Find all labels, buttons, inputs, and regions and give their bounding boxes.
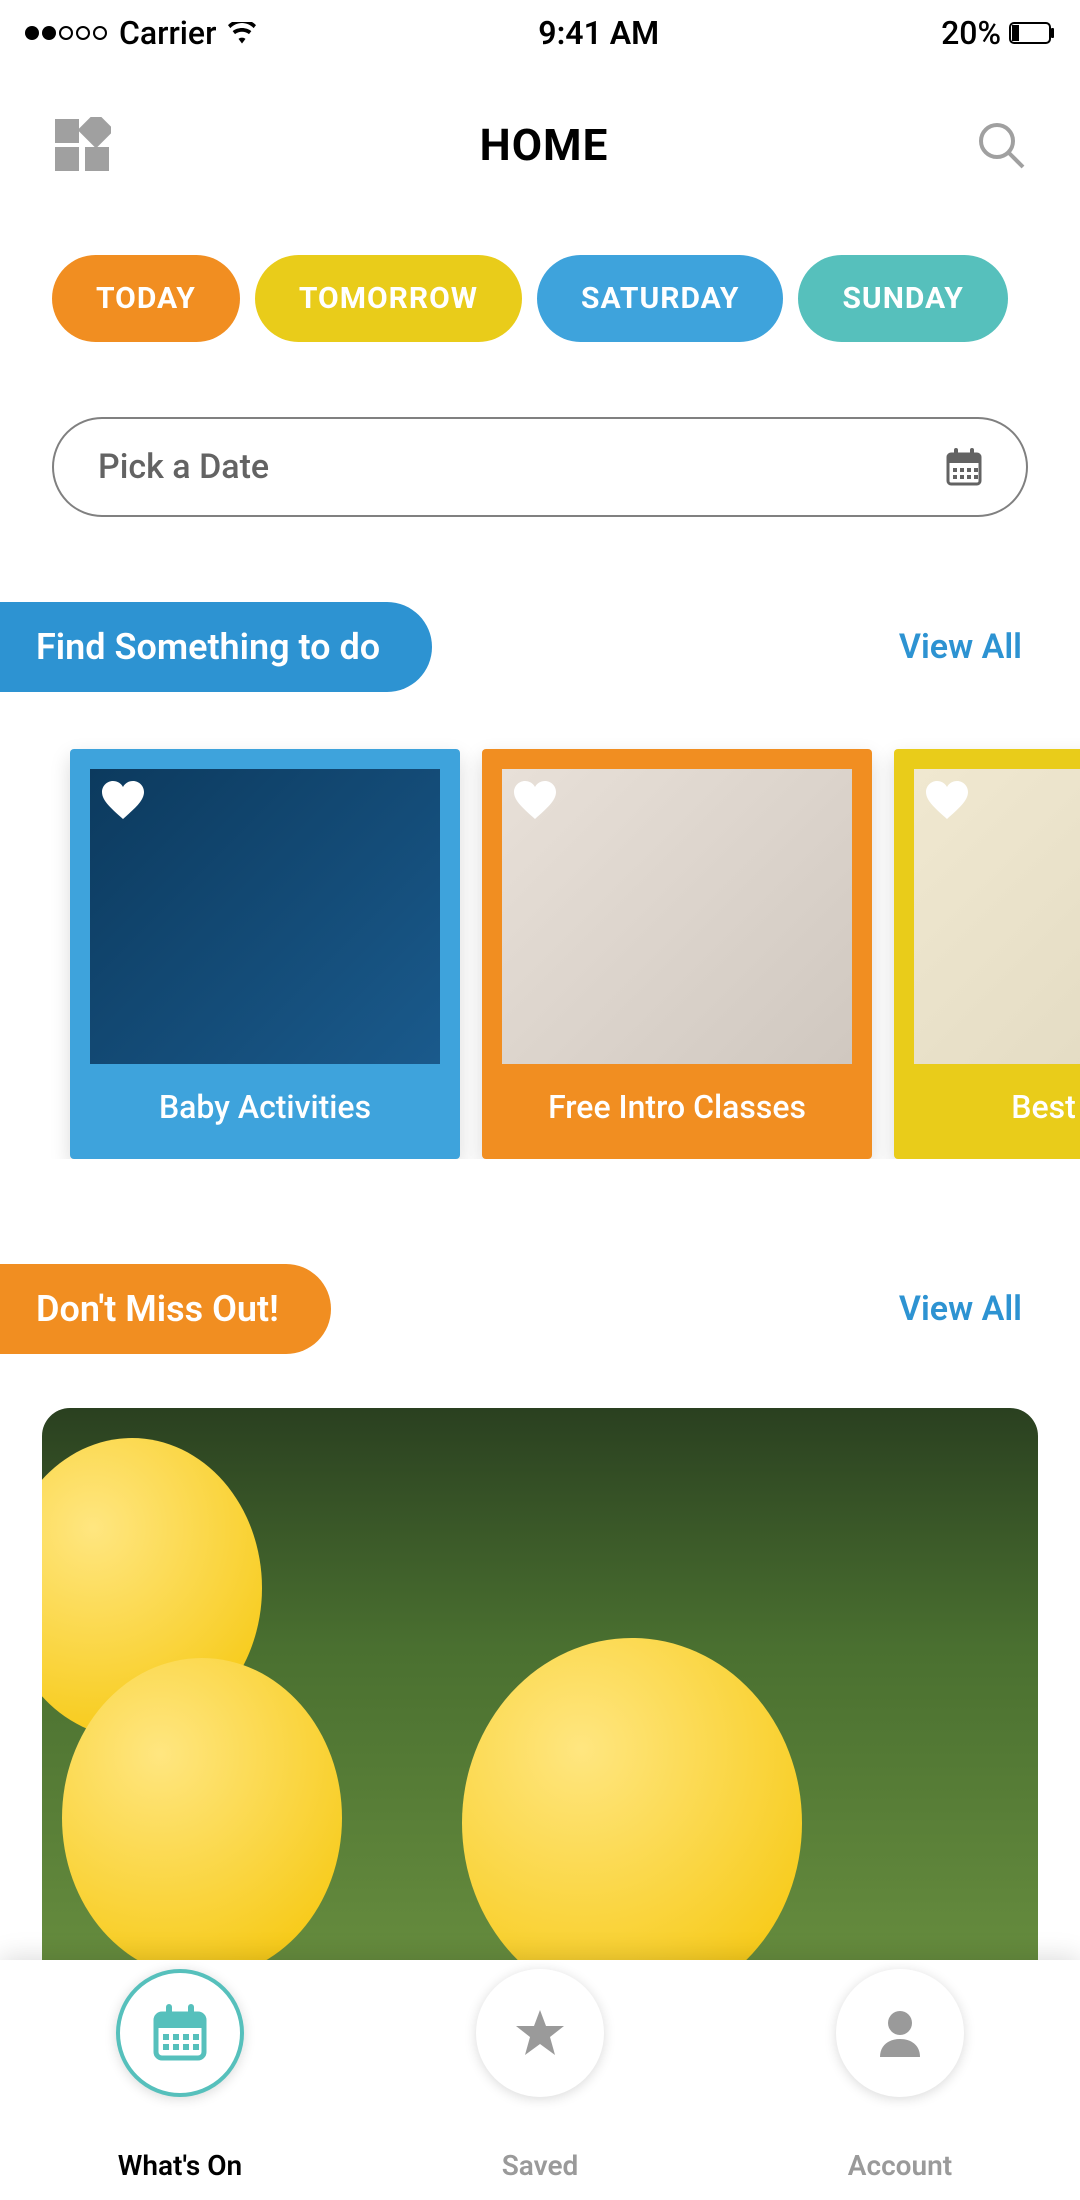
- day-chip-tomorrow[interactable]: TOMORROW: [255, 255, 522, 342]
- carrier-label: Carrier: [119, 14, 216, 52]
- status-time: 9:41 AM: [538, 14, 659, 52]
- menu-logo-icon[interactable]: [55, 117, 111, 173]
- person-icon: [878, 2009, 922, 2057]
- activity-cards-row[interactable]: Baby Activities Free Intro Classes Best …: [0, 692, 1080, 1159]
- nav-account[interactable]: Account: [722, 2029, 1078, 2182]
- day-chip-saturday[interactable]: SATURDAY: [537, 255, 783, 342]
- card-title: Free Intro Classes: [502, 1088, 852, 1126]
- heart-icon[interactable]: [514, 781, 556, 819]
- signal-dots-icon: [25, 26, 107, 40]
- app-header: HOME: [0, 60, 1080, 230]
- heart-icon[interactable]: [926, 781, 968, 819]
- battery-percent: 20%: [941, 14, 1001, 52]
- activity-card[interactable]: Free Intro Classes: [482, 749, 872, 1159]
- hero-image[interactable]: [42, 1408, 1038, 2008]
- nav-circle-account: [836, 1969, 964, 2097]
- day-chip-sunday[interactable]: SUNDAY: [798, 255, 1007, 342]
- nav-circle-whats-on: [116, 1969, 244, 2097]
- view-all-find-link[interactable]: View All: [899, 627, 1022, 667]
- nav-circle-saved: [476, 1969, 604, 2097]
- card-image: [914, 769, 1080, 1064]
- day-chip-today[interactable]: TODAY: [52, 255, 240, 342]
- nav-label: Saved: [502, 2149, 579, 2182]
- nav-label: Account: [848, 2149, 952, 2182]
- status-right: 20%: [941, 14, 1055, 52]
- star-icon: [516, 2010, 564, 2056]
- section-dont-miss: Don't Miss Out! View All: [0, 1264, 1080, 1354]
- section-dont-miss-title: Don't Miss Out!: [0, 1264, 331, 1354]
- card-image: [502, 769, 852, 1064]
- card-title: Best of the: [914, 1088, 1080, 1126]
- section-find: Find Something to do View All: [0, 602, 1080, 692]
- view-all-dont-miss-link[interactable]: View All: [899, 1289, 1022, 1329]
- activity-card[interactable]: Baby Activities: [70, 749, 460, 1159]
- card-image: [90, 769, 440, 1064]
- nav-whats-on[interactable]: What's On: [2, 2029, 358, 2182]
- nav-saved[interactable]: Saved: [362, 2029, 718, 2182]
- status-left: Carrier: [25, 14, 256, 52]
- nav-label: What's On: [118, 2149, 242, 2182]
- date-picker-placeholder: Pick a Date: [98, 447, 269, 487]
- date-picker[interactable]: Pick a Date: [52, 417, 1028, 517]
- page-title: HOME: [480, 119, 609, 171]
- bottom-nav: What's On Saved Account: [0, 1960, 1080, 2200]
- calendar-icon: [946, 448, 982, 486]
- wifi-icon: [228, 22, 256, 44]
- card-title: Baby Activities: [90, 1088, 440, 1126]
- section-find-title: Find Something to do: [0, 602, 432, 692]
- status-bar: Carrier 9:41 AM 20%: [0, 0, 1080, 60]
- search-icon[interactable]: [977, 121, 1025, 169]
- activity-card[interactable]: Best of the: [894, 749, 1080, 1159]
- heart-icon[interactable]: [102, 781, 144, 819]
- battery-icon: [1009, 22, 1055, 44]
- day-chips-row[interactable]: TODAY TOMORROW SATURDAY SUNDAY: [0, 230, 1080, 367]
- calendar-icon: [152, 2004, 208, 2062]
